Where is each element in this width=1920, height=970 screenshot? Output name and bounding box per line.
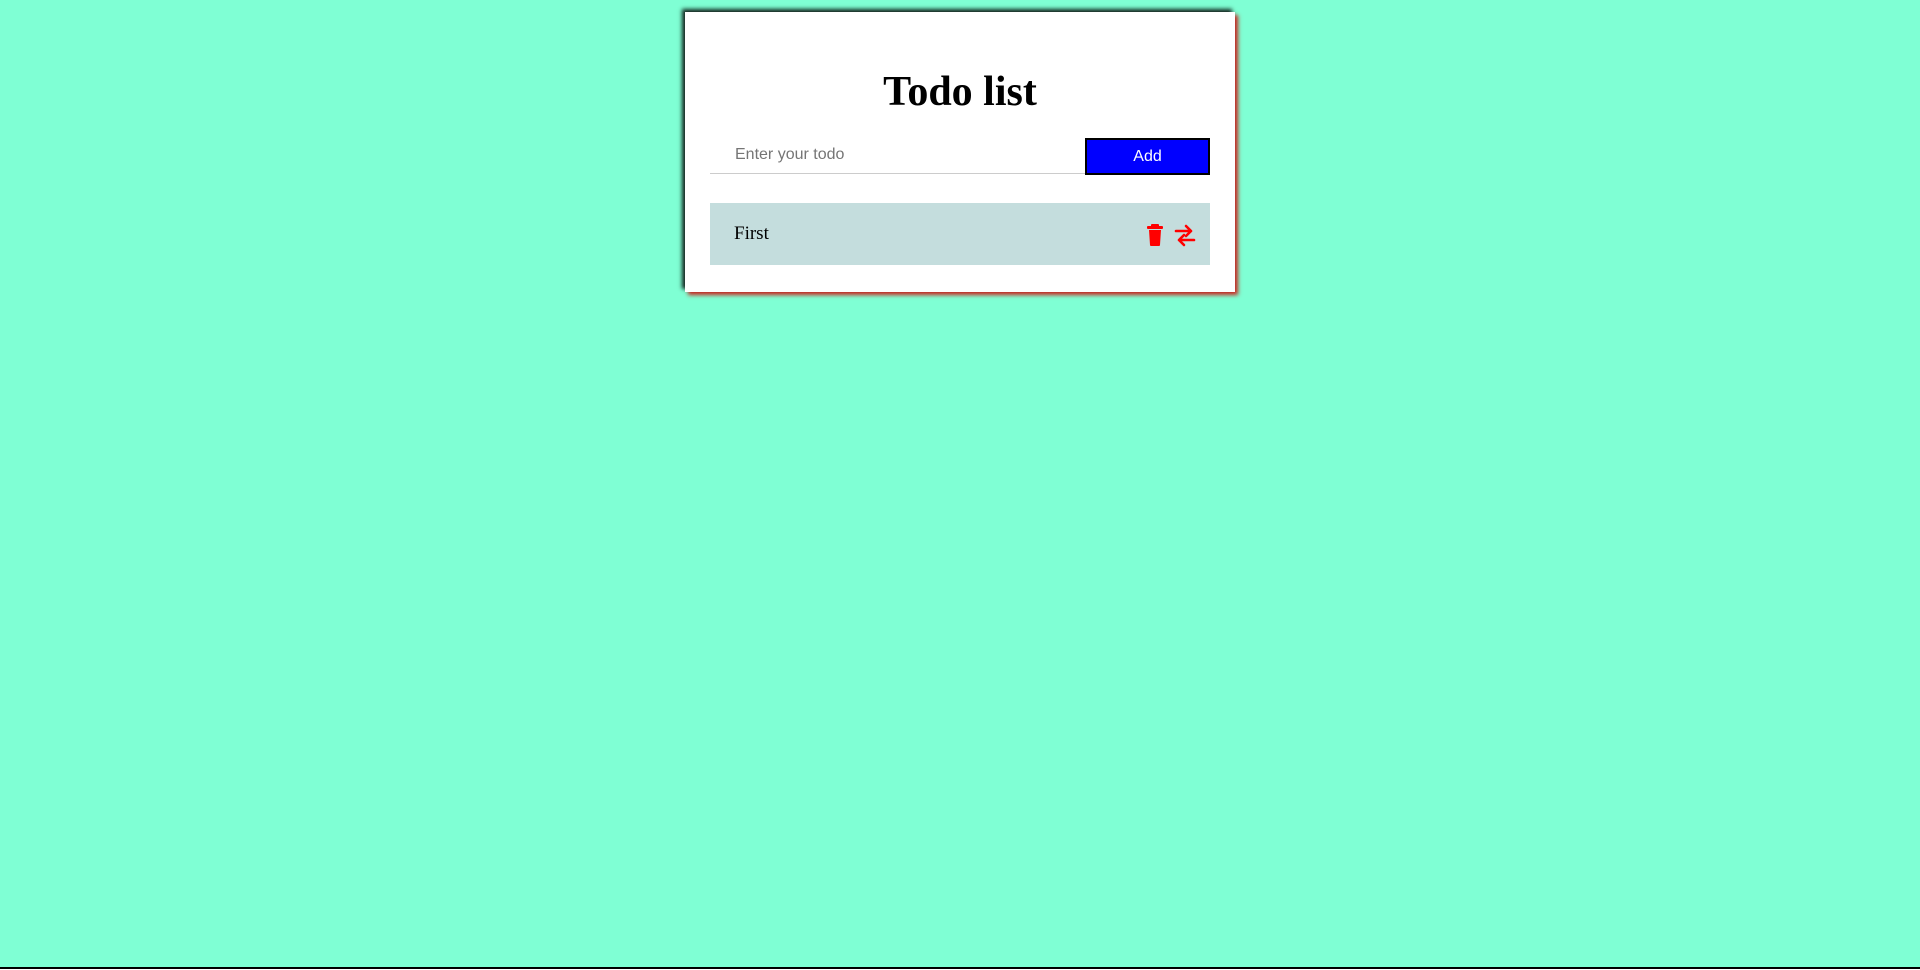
swap-arrows-icon <box>1174 224 1196 247</box>
todo-item-text: First <box>734 223 769 244</box>
delete-todo-button[interactable] <box>1145 223 1167 247</box>
todo-list: First <box>710 203 1210 265</box>
trash-icon <box>1147 224 1163 246</box>
page-background: Todo list Add First <box>0 0 1920 969</box>
add-button[interactable]: Add <box>1085 138 1210 175</box>
toggle-todo-button[interactable] <box>1174 223 1196 247</box>
page-title: Todo list <box>883 69 1037 115</box>
todo-item: First <box>710 203 1210 265</box>
todo-input[interactable] <box>710 137 1085 174</box>
todo-card: Todo list Add First <box>685 12 1235 292</box>
